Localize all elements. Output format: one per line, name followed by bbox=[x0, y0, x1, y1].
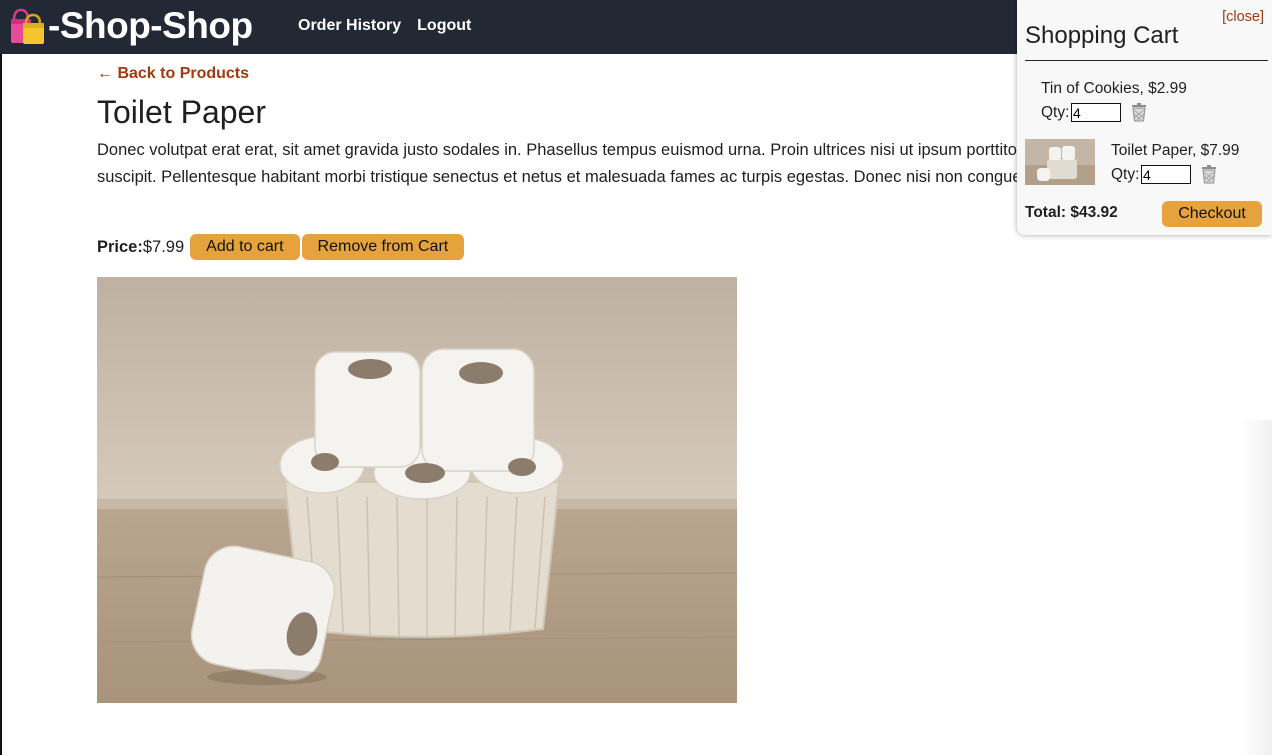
cart-item: Tin of Cookies, $2.99 Qty: bbox=[1025, 78, 1265, 128]
add-to-cart-button[interactable]: Add to cart bbox=[190, 234, 300, 260]
cart-total: Total: $43.92 bbox=[1025, 204, 1118, 221]
cart-title: Shopping Cart bbox=[1025, 22, 1179, 49]
back-to-products-link[interactable]: ← Back to Products bbox=[97, 64, 249, 84]
brand-logo[interactable]: -Shop-Shop bbox=[8, 4, 253, 48]
price-value: $7.99 bbox=[142, 237, 185, 256]
remove-from-cart-button[interactable]: Remove from Cart bbox=[301, 234, 465, 260]
product-title: Toilet Paper bbox=[97, 94, 266, 130]
cart-item-qty-label: Qty: bbox=[1041, 104, 1070, 121]
cart-item-thumbnail bbox=[1025, 139, 1095, 185]
page-edge-shadow bbox=[1242, 420, 1272, 755]
shopping-cart-panel: [close] Shopping Cart Tin of Cookies, $2… bbox=[1017, 0, 1272, 235]
shopping-bags-icon bbox=[11, 8, 44, 44]
trash-icon[interactable] bbox=[1199, 164, 1219, 184]
nav-logout-link[interactable]: Logout bbox=[417, 16, 471, 36]
price-row: Price: $7.99 Add to cart Remove from Car… bbox=[97, 234, 466, 260]
product-image bbox=[97, 277, 737, 703]
checkout-button[interactable]: Checkout bbox=[1162, 201, 1262, 227]
nav-order-history-link[interactable]: Order History bbox=[298, 16, 401, 36]
cart-item-qty-input[interactable] bbox=[1071, 103, 1121, 122]
trash-icon[interactable] bbox=[1129, 102, 1149, 122]
price-label: Price: bbox=[97, 237, 143, 256]
main-nav: Order History Logout bbox=[298, 16, 471, 36]
brand-name: -Shop-Shop bbox=[48, 5, 253, 46]
toilet-paper-photo bbox=[97, 277, 737, 703]
cart-item-name: Toilet Paper, $7.99 bbox=[1111, 142, 1240, 159]
cart-divider bbox=[1025, 60, 1268, 61]
cart-item-qty-input[interactable] bbox=[1141, 165, 1191, 184]
cart-item-name: Tin of Cookies, $2.99 bbox=[1041, 80, 1187, 97]
cart-item-qty-label: Qty: bbox=[1111, 166, 1140, 183]
cart-item: Toilet Paper, $7.99 Qty: bbox=[1025, 139, 1265, 189]
product-description: Donec volutpat erat erat, sit amet gravi… bbox=[97, 141, 1068, 186]
toilet-paper-thumbnail bbox=[1025, 139, 1095, 185]
cart-close-link[interactable]: [close] bbox=[1222, 9, 1264, 25]
